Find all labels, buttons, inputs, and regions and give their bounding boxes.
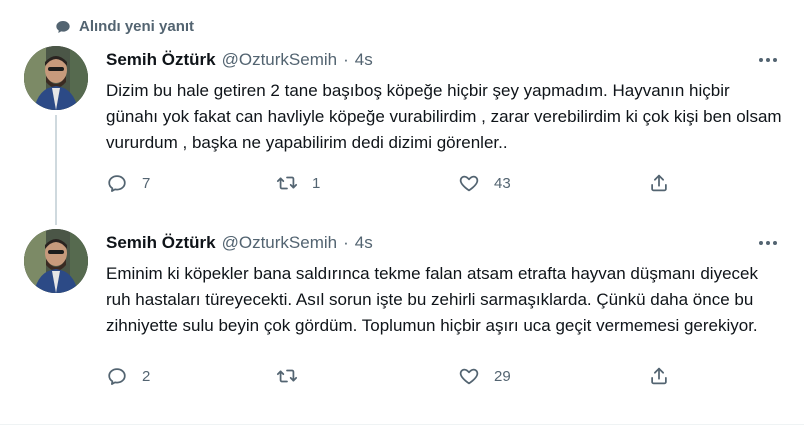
like-button[interactable]: 43: [458, 172, 511, 194]
avatar-photo: [24, 229, 88, 293]
more-options-icon: [759, 241, 777, 245]
heart-icon: [459, 368, 479, 385]
reply-icon: [108, 175, 126, 192]
author-name[interactable]: Semih Öztürk: [106, 233, 216, 253]
tweet-header: Semih Öztürk @OzturkSemih · 4s: [106, 233, 373, 253]
reply-count: 7: [142, 174, 151, 192]
tweet-actions: 2 29: [106, 365, 686, 393]
speech-bubble-icon: [56, 21, 70, 33]
avatar[interactable]: [24, 46, 88, 110]
more-options-button[interactable]: [756, 233, 780, 253]
author-name[interactable]: Semih Öztürk: [106, 50, 216, 70]
tweet-timestamp[interactable]: 4s: [355, 50, 373, 70]
avatar-photo: [24, 46, 88, 110]
retweet-icon: [276, 369, 298, 383]
retweet-button[interactable]: [276, 365, 312, 387]
reply-button[interactable]: 7: [106, 172, 150, 194]
retweet-count: 1: [312, 174, 321, 192]
tweet-text: Dizim bu hale getiren 2 tane başıboş köp…: [106, 81, 782, 152]
author-handle[interactable]: @OzturkSemih: [222, 50, 338, 70]
author-handle[interactable]: @OzturkSemih: [222, 233, 338, 253]
context-label: Alındı yeni yanıt: [79, 18, 195, 35]
tweet-text: Eminim ki köpekler bana saldırınca tekme…: [106, 264, 758, 335]
tweet-thread: Alındı yeni yanıt Semih Öztürk @OzturkSe…: [0, 0, 804, 428]
reply-icon: [108, 368, 126, 385]
retweet-icon: [276, 176, 298, 190]
share-icon: [651, 367, 667, 385]
like-count: 29: [494, 367, 511, 385]
separator-dot: ·: [343, 50, 349, 69]
share-button[interactable]: [648, 172, 670, 194]
reply-button[interactable]: 2: [106, 365, 150, 387]
like-button[interactable]: 29: [458, 365, 511, 387]
avatar[interactable]: [24, 229, 88, 293]
tweet-actions: 7 1 43: [106, 172, 686, 200]
share-button[interactable]: [648, 365, 670, 387]
more-options-button[interactable]: [756, 50, 780, 70]
like-count: 43: [494, 174, 511, 192]
separator-dot: ·: [343, 233, 349, 252]
bottom-divider: [0, 424, 804, 425]
thread-connector-line: [55, 115, 57, 225]
reply-count: 2: [142, 367, 151, 385]
new-reply-indicator: Alındı yeni yanıt: [56, 18, 195, 35]
retweet-button[interactable]: 1: [276, 172, 320, 194]
heart-icon: [459, 175, 479, 192]
tweet-header: Semih Öztürk @OzturkSemih · 4s: [106, 50, 373, 70]
share-icon: [651, 174, 667, 192]
tweet-timestamp[interactable]: 4s: [355, 233, 373, 253]
more-options-icon: [759, 58, 777, 62]
